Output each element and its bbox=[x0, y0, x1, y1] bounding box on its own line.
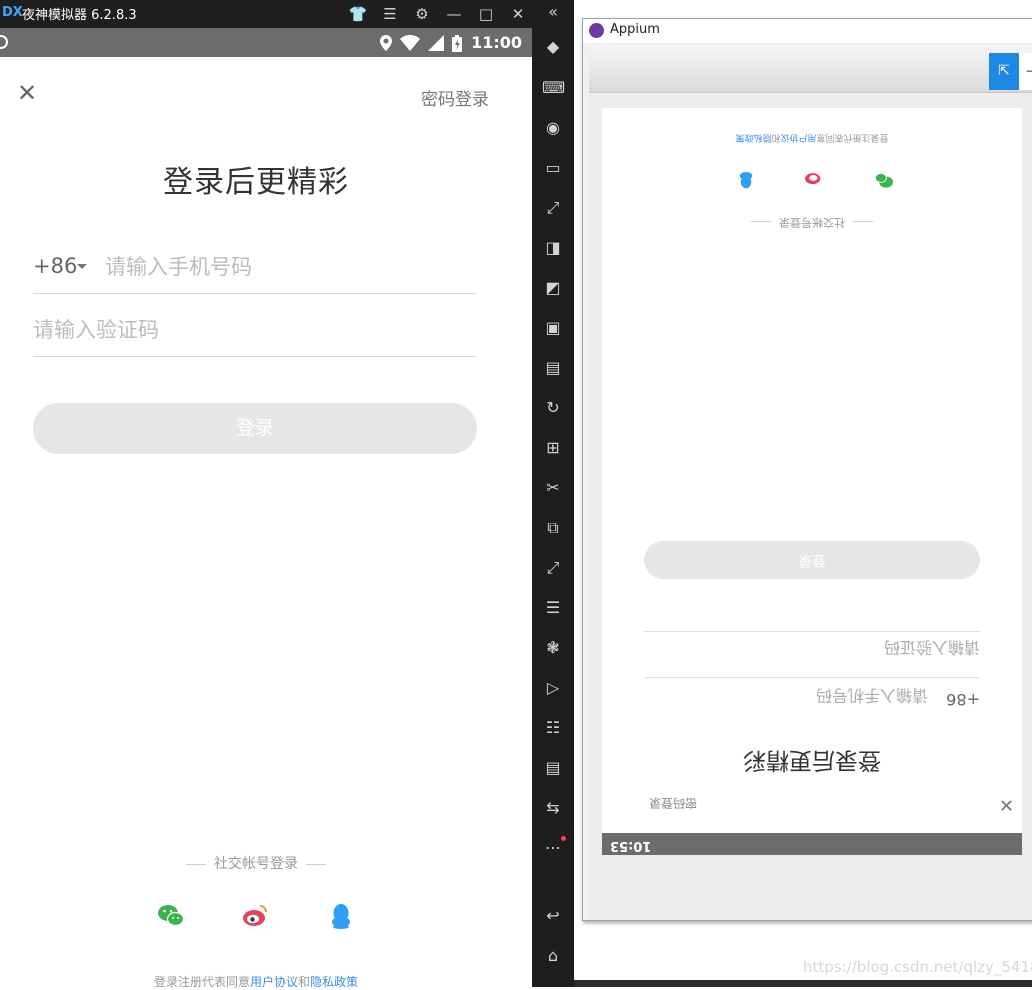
divider-line bbox=[306, 863, 326, 865]
code-field-row bbox=[33, 297, 476, 357]
scissors-icon[interactable]: ✂ bbox=[542, 477, 564, 499]
mirror-user-agreement: 用户协议 bbox=[780, 132, 817, 142]
divider-line bbox=[751, 221, 771, 223]
mirror-login-button: 登录 bbox=[644, 541, 980, 579]
country-code[interactable]: +86 bbox=[33, 254, 77, 278]
mirror-social-label: 社交帐号登录 bbox=[602, 215, 1022, 231]
mirror-terms: 登录注册代表同意用户协议和隐私政策 bbox=[602, 132, 1022, 145]
keyboard-icon[interactable]: ⌨ bbox=[542, 77, 565, 99]
login-button[interactable]: 登录 bbox=[33, 403, 477, 454]
trash-icon[interactable]: ☷ bbox=[542, 717, 564, 739]
stack-icon[interactable]: ▤ bbox=[542, 357, 564, 379]
sync-icon[interactable]: ⇆ bbox=[542, 797, 564, 819]
emulator-title: 夜神模拟器 6.2.8.3 bbox=[22, 8, 137, 23]
mirror-code-placeholder: 请输入验证码 bbox=[883, 638, 980, 657]
mirror-status-bar: 10:53 bbox=[602, 833, 1022, 855]
social-login-divider: 社交帐号登录 bbox=[0, 853, 512, 873]
mirror-terms-prefix: 登录注册代表同意 bbox=[816, 132, 889, 142]
maximize-icon[interactable]: □ bbox=[475, 3, 497, 25]
mirror-weibo-icon bbox=[805, 173, 821, 185]
mirror-social-label-text: 社交帐号登录 bbox=[779, 216, 845, 229]
back-icon[interactable]: ↩ bbox=[542, 905, 564, 927]
emulator-side-toolbar: « ◆ ⌨ ◉ ▭ ⤢ ◨ ◩ ▣ ▤ ↻ ⊞ ✂ ⧉ ⤢ ☰ ❃ ▷ ☷ ▤ … bbox=[532, 0, 574, 987]
close-icon[interactable]: ✕ bbox=[507, 3, 529, 25]
resize-icon[interactable]: ⤢ bbox=[542, 557, 564, 579]
mirror-terms-and: 和 bbox=[771, 132, 781, 142]
watermark: https://blog.csdn.net/qlzy_5418 bbox=[803, 958, 1032, 976]
terms-notice: 登录注册代表同意用户协议和隐私政策 bbox=[0, 973, 512, 990]
screen-icon[interactable]: ▭ bbox=[542, 157, 564, 179]
refresh-icon[interactable]: ↻ bbox=[542, 397, 564, 419]
status-time: 11:00 bbox=[471, 33, 522, 52]
wifi-icon bbox=[400, 35, 420, 51]
android-status-bar: 11:00 bbox=[0, 28, 532, 57]
location-icon[interactable]: ◉ bbox=[542, 117, 564, 139]
home-icon[interactable]: ⌂ bbox=[542, 945, 564, 967]
loading-icon[interactable]: ❃ bbox=[542, 637, 564, 659]
location-icon bbox=[380, 35, 392, 51]
phone-field-row: +86 bbox=[33, 237, 476, 294]
mirror-password-login: 密码登录 bbox=[648, 796, 697, 810]
mirror-phone-row: +86 请输入手机号码 bbox=[644, 677, 980, 721]
wechat-icon[interactable] bbox=[157, 903, 185, 929]
weibo-icon[interactable] bbox=[241, 903, 269, 929]
password-login-link[interactable]: 密码登录 bbox=[421, 85, 489, 110]
mirror-wechat-icon bbox=[874, 173, 893, 188]
qq-icon[interactable] bbox=[327, 903, 355, 929]
nox-logo: DX bbox=[2, 5, 23, 20]
appium-device-screenshot[interactable]: 10:53 ✕ 密码登录 登录后更精彩 +86 请输入手机号码 请输入验证码 登… bbox=[602, 108, 1022, 855]
select-element-icon[interactable]: ⇱ bbox=[989, 53, 1019, 90]
social-login-label: 社交帐号登录 bbox=[214, 856, 298, 872]
notification-dot bbox=[561, 836, 566, 841]
verification-code-input[interactable] bbox=[33, 313, 453, 347]
shirt-icon[interactable]: 👕 bbox=[347, 3, 369, 25]
divider-line bbox=[186, 863, 206, 865]
appium-logo-icon bbox=[589, 23, 604, 38]
appium-toolbar: ⇱ → bbox=[589, 45, 1032, 93]
mirror-privacy-policy: 隐私政策 bbox=[735, 132, 772, 142]
mirror-country-code: +86 bbox=[946, 690, 980, 709]
mirror-close-icon: ✕ bbox=[998, 794, 1014, 815]
gamepad-icon[interactable]: ▤ bbox=[542, 757, 564, 779]
emulator-titlebar: DX 夜神模拟器 6.2.8.3 👕 ☰ ⚙ — □ ✕ bbox=[0, 0, 532, 28]
mirror-phone-placeholder: 请输入手机号码 bbox=[815, 686, 928, 705]
taskbar-strip bbox=[574, 980, 1032, 987]
battery-charging-icon bbox=[452, 34, 462, 52]
mirror-qq-icon bbox=[739, 172, 753, 189]
menu-icon[interactable]: ☰ bbox=[379, 3, 401, 25]
phone-input[interactable] bbox=[105, 250, 465, 284]
appium-title: Appium bbox=[610, 22, 660, 37]
collapse-icon[interactable]: « bbox=[542, 1, 564, 23]
menu-icon[interactable]: ☰ bbox=[542, 597, 564, 619]
mirror-status-time: 10:53 bbox=[610, 838, 652, 853]
more-icon[interactable]: ⋯ bbox=[542, 837, 564, 859]
signal-icon bbox=[428, 35, 444, 51]
apk-icon[interactable]: ⊞ bbox=[542, 437, 564, 459]
mirror-title: 登录后更精彩 bbox=[743, 747, 881, 773]
multi-window-icon[interactable]: ⧉ bbox=[542, 517, 564, 539]
screenshot-icon[interactable]: ▣ bbox=[542, 317, 564, 339]
divider-line bbox=[853, 221, 873, 223]
appium-titlebar: Appium bbox=[583, 19, 1032, 43]
mirror-code-row: 请输入验证码 bbox=[644, 631, 980, 673]
video-icon[interactable]: ▷ bbox=[542, 677, 564, 699]
gear-icon[interactable]: ⚙ bbox=[411, 3, 433, 25]
minimize-icon[interactable]: — bbox=[443, 3, 465, 25]
page-title: 登录后更精彩 bbox=[163, 165, 349, 200]
arrow-right-icon[interactable]: → bbox=[1019, 53, 1032, 90]
login-screen: ✕ 密码登录 登录后更精彩 +86 登录 社交帐号登录 登录注册代表同意用户协议… bbox=[0, 57, 532, 990]
volume-up-icon[interactable]: ◨ bbox=[542, 237, 564, 259]
notification-icon bbox=[0, 35, 8, 49]
caret-down-icon[interactable] bbox=[77, 264, 87, 269]
rotate-icon[interactable]: ◆ bbox=[542, 36, 564, 58]
volume-down-icon[interactable]: ◩ bbox=[542, 277, 564, 299]
close-icon[interactable]: ✕ bbox=[16, 81, 38, 105]
fullscreen-icon[interactable]: ⤢ bbox=[542, 197, 564, 219]
